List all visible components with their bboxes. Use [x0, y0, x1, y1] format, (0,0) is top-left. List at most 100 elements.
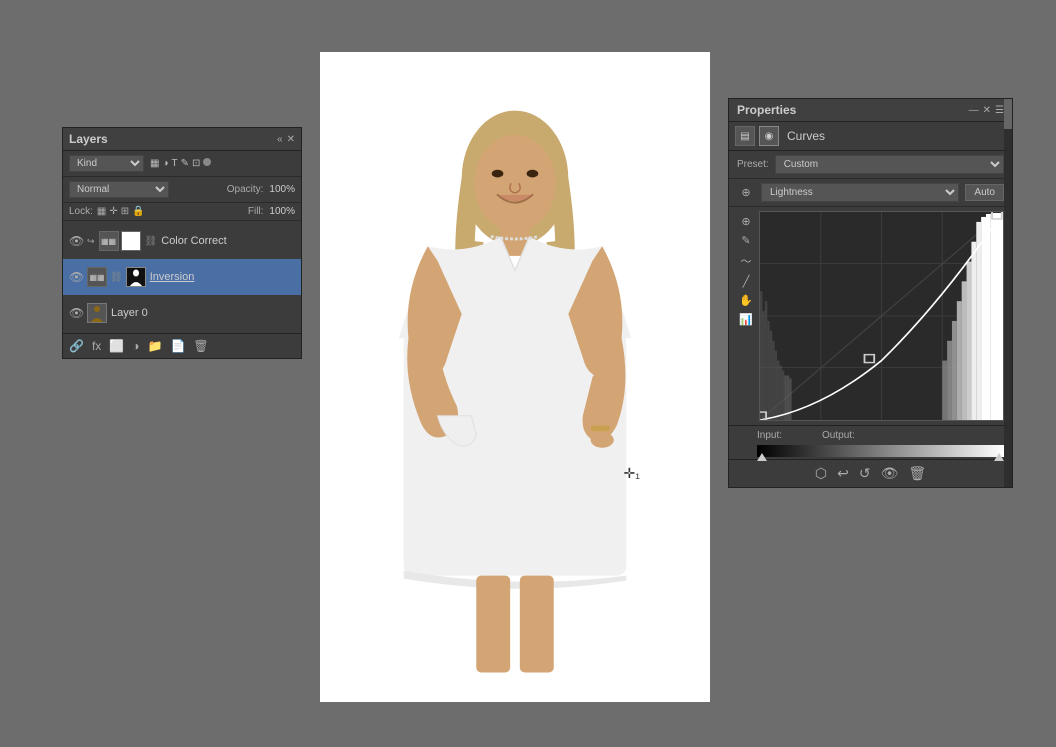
lock-position-icon[interactable]: ✛	[109, 206, 117, 217]
curves-graph-area: ⊕ ✎ 〜 ╱ ✋ 📊	[729, 207, 1012, 425]
blend-mode-select[interactable]: Normal	[69, 181, 169, 198]
curves-graph[interactable]	[759, 211, 1004, 421]
shape-filter-icon[interactable]: ✎	[181, 158, 189, 169]
lock-artboard-icon[interactable]: ⊞	[121, 206, 129, 217]
layer-effects-icon[interactable]: fx	[92, 339, 101, 353]
hand-tool-icon[interactable]: ✋	[739, 294, 753, 307]
layer-thumb-mask	[121, 231, 141, 251]
color-filter-icon[interactable]	[203, 158, 211, 166]
fill-label: Fill:	[248, 206, 264, 217]
person-figure	[345, 67, 685, 687]
properties-tab-sliders[interactable]: ▤	[735, 126, 755, 146]
output-label: Output:	[822, 430, 855, 441]
kind-filter-icons: ▦ ◑ T ✎ ⊡	[150, 158, 211, 169]
adjustment-filter-icon[interactable]: ◑	[162, 158, 168, 169]
clipping-mask-icon[interactable]: ⬡	[815, 465, 827, 482]
smartobject-filter-icon[interactable]: ⊡	[192, 158, 200, 169]
layer-row[interactable]: 👁 ↪ ▦▦ ⛓ Color Correct	[63, 223, 301, 259]
preset-label: Preset:	[737, 159, 769, 170]
layers-panel-footer: 🔗 fx ⬜ ◑ 📁 📄 🗑	[63, 333, 301, 358]
lock-row: Lock: ▦ ✛ ⊞ 🔒 Fill: 100%	[63, 203, 301, 221]
sample-all-icon[interactable]: ⊕	[741, 186, 750, 199]
properties-panel-header: Properties — ✕ ☰	[729, 99, 1012, 122]
properties-tab-curves[interactable]: ◉	[759, 126, 779, 146]
layer-name[interactable]: Inversion	[150, 271, 295, 283]
gradient-handle-right[interactable]	[994, 453, 1004, 461]
channel-select[interactable]: Lightness	[761, 183, 959, 202]
reset-adjustments-icon[interactable]: ↺	[859, 465, 871, 482]
layer-thumb-figure	[126, 267, 146, 287]
delete-layer-icon[interactable]: 🗑	[193, 339, 208, 353]
canvas-person: ✛₁	[320, 52, 710, 702]
channel-row: ⊕ Lightness Auto	[729, 179, 1012, 207]
layer-chain-icon: ⛓	[110, 272, 123, 283]
auto-button[interactable]: Auto	[965, 184, 1004, 201]
properties-scrollbar-thumb[interactable]	[1004, 99, 1012, 129]
kind-select[interactable]: Kind	[69, 155, 144, 172]
opacity-value[interactable]: 100%	[269, 184, 295, 195]
adjustment-layer-icon[interactable]: ◑	[132, 339, 139, 353]
properties-panel-footer: ⬡ ↩ ↺ 👁 🗑	[729, 459, 1012, 487]
fill-value[interactable]: 100%	[269, 206, 295, 217]
properties-header-controls: — ✕ ☰	[969, 105, 1004, 116]
crosshair-cursor: ✛₁	[624, 465, 640, 482]
close-icon[interactable]: ✕	[287, 134, 295, 145]
new-layer-icon[interactable]: 📄	[170, 339, 185, 353]
delete-adjustment-icon[interactable]: 🗑	[908, 465, 926, 482]
properties-panel-title: Properties	[737, 103, 796, 117]
layer-thumb-group-icon: ▦▦	[87, 267, 107, 287]
lock-pixels-icon[interactable]: ▦	[97, 206, 106, 217]
collapse-icon[interactable]: «	[277, 134, 283, 145]
link-layers-icon[interactable]: 🔗	[69, 339, 84, 353]
layers-panel: Layers « ✕ Kind ▦ ◑ T ✎ ⊡ Normal Opacity…	[62, 127, 302, 359]
lock-label: Lock:	[69, 206, 93, 217]
layers-list: 👁 ↪ ▦▦ ⛓ Color Correct 👁 ▦▦ ⛓	[63, 221, 301, 333]
layer-visibility-icon[interactable]: 👁	[69, 270, 83, 284]
preset-row: Preset: Custom	[729, 151, 1012, 179]
blend-row: Normal Opacity: 100%	[63, 177, 301, 203]
histogram-icon[interactable]: 📊	[739, 313, 753, 326]
properties-scrollbar[interactable]	[1004, 99, 1012, 487]
layer-thumbnails: ▦▦	[99, 231, 141, 251]
gradient-bar-row	[729, 443, 1012, 459]
pencil-tool-icon[interactable]: ✎	[741, 234, 750, 247]
previous-state-icon[interactable]: ↩	[837, 465, 849, 482]
preset-select[interactable]: Custom	[775, 155, 1004, 174]
layer-name[interactable]: Color Correct	[161, 235, 295, 247]
smooth-curve-icon[interactable]: 〜	[741, 253, 752, 269]
gradient-bar	[757, 445, 1004, 457]
lock-all-icon[interactable]: 🔒	[132, 206, 144, 217]
layer-mask-icon[interactable]: ⬜	[109, 339, 124, 353]
kind-row: Kind ▦ ◑ T ✎ ⊡	[63, 151, 301, 177]
layers-panel-controls: « ✕	[277, 134, 295, 145]
layer-thumb-figure	[87, 303, 107, 323]
properties-menu-icon[interactable]: ☰	[995, 105, 1004, 116]
layer-thumb-group-icon: ▦▦	[99, 231, 119, 251]
layer-visibility-icon[interactable]: 👁	[69, 234, 83, 248]
layer-row[interactable]: 👁 ▦▦ ⛓ Inversion	[63, 259, 301, 295]
layers-panel-title: Layers	[69, 132, 108, 146]
eyedropper-tools: ⊕	[737, 186, 755, 199]
type-filter-icon[interactable]: T	[172, 158, 178, 169]
pixel-filter-icon[interactable]: ▦	[150, 158, 159, 169]
collapse-properties-icon[interactable]: —	[969, 105, 979, 116]
properties-panel: Properties — ✕ ☰ ▤ ◉ Curves Preset: Cust…	[728, 98, 1013, 488]
layer-chain-icon: ⛓	[145, 236, 158, 247]
layers-panel-header: Layers « ✕	[63, 128, 301, 151]
lock-icons: ▦ ✛ ⊞ 🔒	[97, 206, 145, 217]
close-properties-icon[interactable]: ✕	[983, 105, 991, 116]
gradient-handle-left[interactable]	[757, 453, 767, 461]
input-output-row: Input: Output:	[729, 425, 1012, 443]
layer-visibility-icon[interactable]: 👁	[69, 306, 83, 320]
curves-tools: ⊕ ✎ 〜 ╱ ✋ 📊	[737, 211, 755, 421]
curves-label: Curves	[787, 129, 825, 143]
toggle-visibility-icon[interactable]: 👁	[881, 465, 899, 482]
properties-tabs: ▤ ◉ Curves	[729, 122, 1012, 151]
layer-arrow-icon: ↪	[87, 236, 95, 247]
canvas-area: ✛₁	[320, 52, 710, 702]
layer-row[interactable]: 👁 Layer 0	[63, 295, 301, 331]
line-tool-icon[interactable]: ╱	[743, 275, 750, 288]
layer-name[interactable]: Layer 0	[111, 307, 295, 319]
group-layers-icon[interactable]: 📁	[148, 339, 163, 353]
select-point-icon[interactable]: ⊕	[741, 215, 750, 228]
